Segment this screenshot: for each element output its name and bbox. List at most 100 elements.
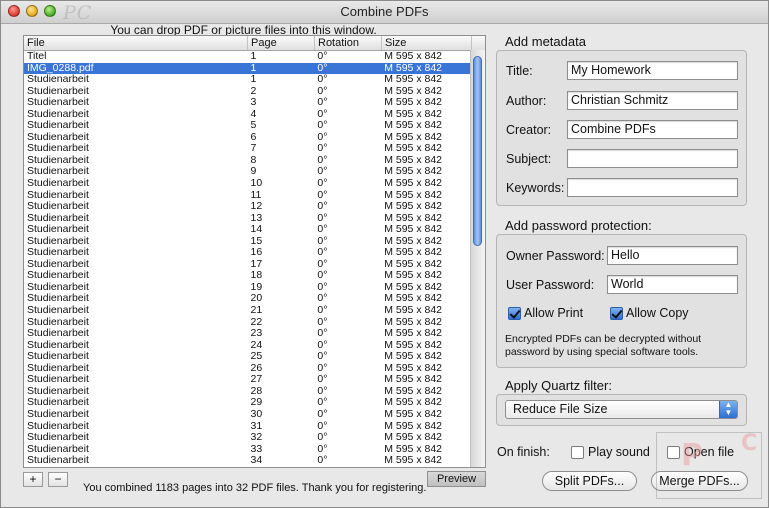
table-row[interactable]: Studienarbeit 9 0° M 595 x 842: [24, 166, 471, 178]
table-row[interactable]: Studienarbeit 18 0° M 595 x 842: [24, 270, 471, 282]
table-row[interactable]: Studienarbeit 27 0° M 595 x 842: [24, 374, 471, 386]
cell-size: M 595 x 842: [384, 385, 443, 397]
title-field[interactable]: My Homework: [567, 61, 738, 80]
table-row[interactable]: Studienarbeit 28 0° M 595 x 842: [24, 386, 471, 398]
cell-size: M 595 x 842: [384, 235, 443, 247]
cell-size: M 595 x 842: [384, 432, 443, 444]
updown-arrows-icon: ▲ ▼: [719, 401, 737, 418]
quartz-filter-select[interactable]: Reduce File Size ▲ ▼: [505, 400, 738, 419]
cell-size: M 595 x 842: [384, 85, 443, 97]
cell-file: Studienarbeit: [27, 108, 89, 120]
cell-page: 29: [250, 397, 263, 409]
subject-field[interactable]: [567, 149, 738, 168]
table-row[interactable]: Studienarbeit 12 0° M 595 x 842: [24, 201, 471, 213]
cell-size: M 595 x 842: [384, 247, 443, 259]
column-header-page[interactable]: Page: [248, 36, 315, 50]
table-row[interactable]: Studienarbeit 20 0° M 595 x 842: [24, 293, 471, 305]
watermark-c: C: [741, 431, 758, 456]
table-row[interactable]: Studienarbeit 34 0° M 595 x 842: [24, 455, 471, 467]
cell-file: Studienarbeit: [27, 120, 89, 132]
table-row[interactable]: Studienarbeit 8 0° M 595 x 842: [24, 155, 471, 167]
pages-table[interactable]: File Page Rotation Size Titel 1 0° M 595 x …: [23, 35, 486, 468]
cell-rotation: 0°: [317, 74, 328, 86]
table-row[interactable]: Studienarbeit 23 0° M 595 x 842: [24, 328, 471, 340]
owner-password-field[interactable]: Hello: [607, 246, 738, 265]
allow-print-label[interactable]: Allow Print: [524, 306, 583, 320]
table-row[interactable]: Studienarbeit 1 0° M 595 x 842: [24, 74, 471, 86]
table-body: Titel 1 0° M 595 x 842 IMG_0288.pdf 1 0° M 595 …: [24, 51, 471, 467]
cell-page: 18: [250, 270, 263, 282]
cell-size: M 595 x 842: [384, 189, 443, 201]
cell-file: Studienarbeit: [27, 281, 89, 293]
cell-file: Studienarbeit: [27, 224, 89, 236]
column-header-file[interactable]: File: [24, 36, 248, 50]
author-field[interactable]: Christian Schmitz: [567, 91, 738, 110]
keywords-field[interactable]: [567, 178, 738, 197]
preview-button[interactable]: Preview: [427, 471, 486, 487]
cell-rotation: 0°: [317, 212, 328, 224]
table-row[interactable]: Studienarbeit 33 0° M 595 x 842: [24, 444, 471, 456]
table-row[interactable]: Studienarbeit 6 0° M 595 x 842: [24, 132, 471, 144]
title-label: Title:: [506, 64, 533, 78]
remove-file-button[interactable]: −: [48, 472, 68, 487]
cell-file: Studienarbeit: [27, 305, 89, 317]
table-row[interactable]: Studienarbeit 15 0° M 595 x 842: [24, 236, 471, 248]
cell-size: M 595 x 842: [384, 408, 443, 420]
cell-rotation: 0°: [317, 143, 328, 155]
cell-size: M 595 x 842: [384, 362, 443, 374]
table-row[interactable]: Studienarbeit 25 0° M 595 x 842: [24, 351, 471, 363]
table-row[interactable]: Studienarbeit 22 0° M 595 x 842: [24, 317, 471, 329]
table-row[interactable]: Studienarbeit 24 0° M 595 x 842: [24, 340, 471, 352]
table-row[interactable]: Studienarbeit 10 0° M 595 x 842: [24, 178, 471, 190]
cell-page: 2: [250, 85, 257, 97]
password-heading: Add password protection:: [505, 218, 652, 233]
table-row[interactable]: Studienarbeit 5 0° M 595 x 842: [24, 120, 471, 132]
cell-size: M 595 x 842: [384, 201, 443, 213]
cell-rotation: 0°: [317, 397, 328, 409]
split-pdfs-button[interactable]: Split PDFs...: [542, 471, 637, 491]
cell-size: M 595 x 842: [384, 316, 443, 328]
table-row[interactable]: Studienarbeit 21 0° M 595 x 842: [24, 305, 471, 317]
cell-page: 6: [250, 131, 257, 143]
allow-print-checkbox[interactable]: [508, 307, 521, 320]
cell-size: M 595 x 842: [384, 97, 443, 109]
creator-label: Creator:: [506, 123, 552, 137]
table-row[interactable]: Studienarbeit 7 0° M 595 x 842: [24, 143, 471, 155]
table-row[interactable]: Studienarbeit 29 0° M 595 x 842: [24, 397, 471, 409]
cell-size: M 595 x 842: [384, 397, 443, 409]
cell-size: M 595 x 842: [384, 51, 443, 62]
table-row[interactable]: IMG_0288.pdf 1 0° M 595 x 842: [24, 62, 471, 75]
creator-field[interactable]: Combine PDFs: [567, 120, 738, 139]
table-row[interactable]: Studienarbeit 13 0° M 595 x 842: [24, 213, 471, 225]
cell-page: 33: [250, 443, 263, 455]
scrollbar-thumb[interactable]: [473, 56, 482, 246]
table-row[interactable]: Studienarbeit 16 0° M 595 x 842: [24, 247, 471, 259]
table-row[interactable]: Studienarbeit 19 0° M 595 x 842: [24, 282, 471, 294]
table-row[interactable]: Studienarbeit 3 0° M 595 x 842: [24, 97, 471, 109]
table-row[interactable]: Studienarbeit 30 0° M 595 x 842: [24, 409, 471, 421]
table-row[interactable]: Studienarbeit 17 0° M 595 x 842: [24, 259, 471, 271]
vertical-scrollbar[interactable]: [470, 50, 485, 467]
table-row[interactable]: Studienarbeit 4 0° M 595 x 842: [24, 109, 471, 121]
user-password-field[interactable]: World: [607, 275, 738, 294]
table-row[interactable]: Studienarbeit 31 0° M 595 x 842: [24, 421, 471, 433]
play-sound-checkbox[interactable]: [571, 446, 584, 459]
table-row[interactable]: Studienarbeit 14 0° M 595 x 842: [24, 224, 471, 236]
add-file-button[interactable]: +: [23, 472, 43, 487]
cell-page: 28: [250, 385, 263, 397]
cell-size: M 595 x 842: [384, 74, 443, 86]
column-header-rotation[interactable]: Rotation: [315, 36, 382, 50]
table-row[interactable]: Studienarbeit 26 0° M 595 x 842: [24, 363, 471, 375]
title-bar[interactable]: PC Combine PDFs: [1, 1, 768, 24]
table-row[interactable]: Titel 1 0° M 595 x 842: [24, 51, 471, 63]
table-row[interactable]: Studienarbeit 32 0° M 595 x 842: [24, 432, 471, 444]
allow-copy-label[interactable]: Allow Copy: [626, 306, 689, 320]
cell-page: 34: [250, 455, 263, 467]
cell-file: Studienarbeit: [27, 339, 89, 351]
play-sound-label[interactable]: Play sound: [588, 445, 650, 459]
column-header-size[interactable]: Size: [382, 36, 472, 50]
table-row[interactable]: Studienarbeit 11 0° M 595 x 842: [24, 190, 471, 202]
allow-copy-checkbox[interactable]: [610, 307, 623, 320]
cell-size: M 595 x 842: [384, 131, 443, 143]
table-row[interactable]: Studienarbeit 2 0° M 595 x 842: [24, 86, 471, 98]
